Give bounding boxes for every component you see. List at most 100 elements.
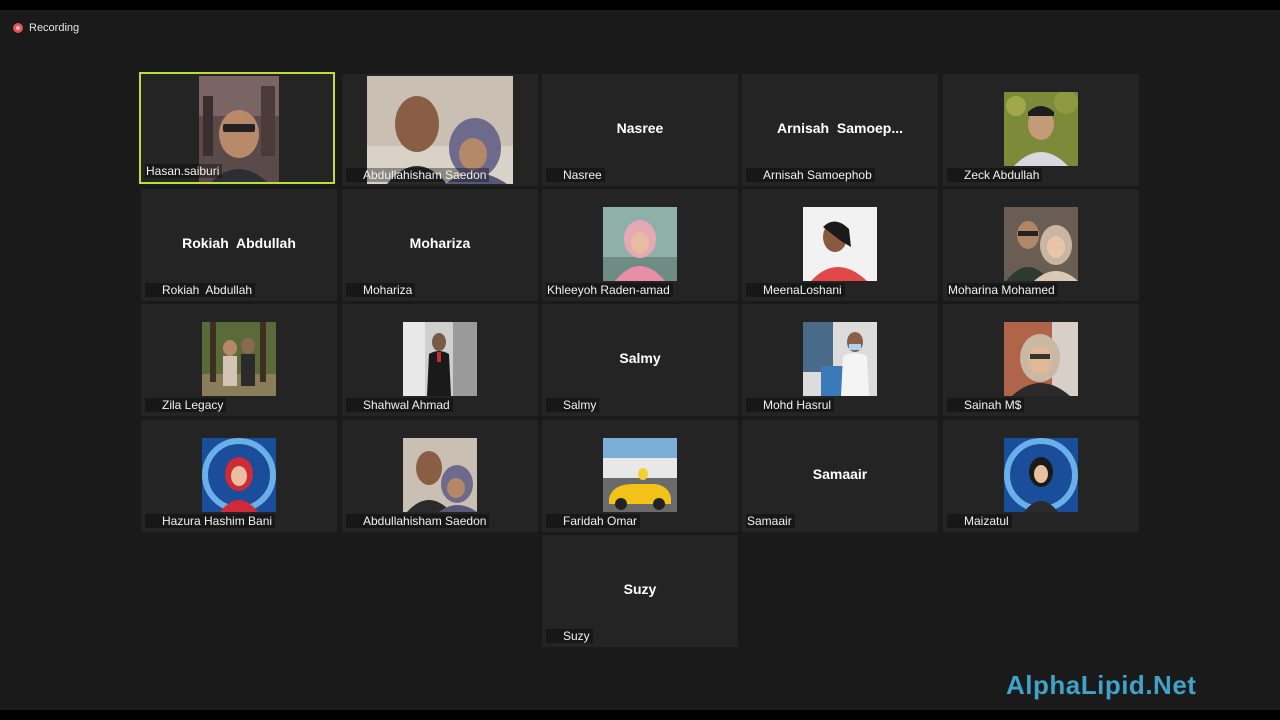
participant-tile[interactable]: Nasree Nasree xyxy=(542,74,738,186)
participant-display-name: Suzy xyxy=(623,581,657,597)
participant-tile[interactable]: Maizatul xyxy=(943,420,1139,532)
participant-display-name: Samaair xyxy=(812,466,868,482)
muted-mic-icon xyxy=(347,515,359,527)
participant-tile[interactable]: Moharina Mohamed xyxy=(943,189,1139,301)
participant-name-label: Shahwal Ahmad xyxy=(346,398,453,412)
muted-mic-icon xyxy=(948,515,960,527)
participant-name-label: Maizatul xyxy=(947,514,1012,528)
muted-mic-icon xyxy=(948,399,960,411)
participant-tile[interactable]: Abdullahisham Saedon xyxy=(342,74,538,186)
participant-name-label: Abdullahisham Saedon xyxy=(346,514,490,528)
participant-name-label: Khleeyoh Raden-amad xyxy=(546,283,673,297)
participant-tile[interactable]: MeenaLoshani xyxy=(742,189,938,301)
recording-icon xyxy=(13,23,23,33)
participant-photo xyxy=(803,207,877,281)
participant-name-label: Zila Legacy xyxy=(145,398,227,412)
recording-label: Recording xyxy=(29,22,80,34)
participant-photo xyxy=(202,322,276,396)
muted-mic-icon xyxy=(747,399,759,411)
participant-photo xyxy=(403,322,477,396)
participant-name-label: Hazura Hashim Bani xyxy=(145,514,276,528)
bottom-bar xyxy=(0,710,1280,720)
muted-mic-icon xyxy=(347,284,359,296)
participant-name: Mohariza xyxy=(363,283,413,297)
participant-photo xyxy=(202,438,276,512)
recording-indicator[interactable]: Recording xyxy=(13,22,79,34)
participant-tile[interactable]: Salmy Salmy xyxy=(542,304,738,416)
participant-name: MeenaLoshani xyxy=(763,283,842,297)
participant-photo xyxy=(403,438,477,512)
participant-photo xyxy=(1004,207,1078,281)
participant-name-label: Zeck Abdullah xyxy=(947,168,1043,182)
participant-name: Moharina Mohamed xyxy=(948,283,1055,297)
muted-mic-icon xyxy=(948,169,960,181)
participant-tile[interactable]: Hasan.saiburi xyxy=(139,72,335,184)
participant-name-label: Moharina Mohamed xyxy=(947,283,1058,297)
participant-name: Arnisah Samoephob xyxy=(763,168,872,182)
participant-photo xyxy=(603,438,677,512)
muted-mic-icon xyxy=(747,169,759,181)
participant-name-label: Arnisah Samoephob xyxy=(746,168,875,182)
participant-tile[interactable]: Khleeyoh Raden-amad xyxy=(542,189,738,301)
participant-name: Sainah M$ xyxy=(964,398,1022,412)
participant-tile[interactable]: Rokiah Abdullah Rokiah Abdullah xyxy=(141,189,337,301)
participant-name: Shahwal Ahmad xyxy=(363,398,450,412)
muted-mic-icon xyxy=(547,630,559,642)
participant-name: Nasree xyxy=(563,168,602,182)
participant-name-label: Suzy xyxy=(546,629,593,643)
participant-name: Faridah Omar xyxy=(563,514,638,528)
muted-mic-icon xyxy=(146,515,158,527)
participant-name: Hazura Hashim Bani xyxy=(162,514,273,528)
participant-tile[interactable]: Mohd Hasrul xyxy=(742,304,938,416)
participant-tile[interactable]: Mohariza Mohariza xyxy=(342,189,538,301)
participant-name-label: Faridah Omar xyxy=(546,514,641,528)
participant-tile[interactable]: Zeck Abdullah xyxy=(943,74,1139,186)
participant-name: Khleeyoh Raden-amad xyxy=(547,283,670,297)
muted-mic-icon xyxy=(547,169,559,181)
participant-tile[interactable]: Arnisah Samoep... Arnisah Samoephob xyxy=(742,74,938,186)
muted-mic-icon xyxy=(547,399,559,411)
participant-name: Abdullahisham Saedon xyxy=(363,168,487,182)
participant-tile[interactable]: Hazura Hashim Bani xyxy=(141,420,337,532)
participant-name-label: Mohd Hasrul xyxy=(746,398,835,412)
muted-mic-icon xyxy=(347,169,359,181)
participant-photo xyxy=(603,207,677,281)
participant-name-label: Sainah M$ xyxy=(947,398,1025,412)
participant-display-name: Rokiah Abdullah xyxy=(182,235,296,251)
participant-tile[interactable]: Zila Legacy xyxy=(141,304,337,416)
participant-photo xyxy=(1004,438,1078,512)
participant-name: Samaair xyxy=(747,514,792,528)
muted-mic-icon xyxy=(547,515,559,527)
participant-tile[interactable]: Shahwal Ahmad xyxy=(342,304,538,416)
participant-tile[interactable]: Suzy Suzy xyxy=(542,535,738,647)
participant-name: Mohd Hasrul xyxy=(763,398,832,412)
participant-tile[interactable]: Samaair Samaair xyxy=(742,420,938,532)
participant-tile[interactable]: Faridah Omar xyxy=(542,420,738,532)
participant-name: Hasan.saiburi xyxy=(146,164,220,178)
participant-photo xyxy=(1004,92,1078,166)
muted-mic-icon xyxy=(146,284,158,296)
participant-name-label: Salmy xyxy=(546,398,600,412)
participant-name: Suzy xyxy=(563,629,590,643)
participant-name: Zila Legacy xyxy=(162,398,224,412)
participant-name-label: Samaair xyxy=(746,514,795,528)
muted-mic-icon xyxy=(747,284,759,296)
participant-name: Rokiah Abdullah xyxy=(162,283,253,297)
participant-name: Salmy xyxy=(563,398,597,412)
participant-display-name: Mohariza xyxy=(409,235,471,251)
participant-name-label: Mohariza xyxy=(346,283,416,297)
participant-name-label: Rokiah Abdullah xyxy=(145,283,256,297)
brand-watermark: AlphaLipid.Net xyxy=(1006,670,1197,700)
participant-name: Maizatul xyxy=(964,514,1009,528)
participant-tile[interactable]: Sainah M$ xyxy=(943,304,1139,416)
participant-display-name: Salmy xyxy=(619,350,661,366)
participant-name-label: Hasan.saiburi xyxy=(145,164,223,178)
participant-tile[interactable]: Abdullahisham Saedon xyxy=(342,420,538,532)
participant-display-name: Arnisah Samoep... xyxy=(776,120,904,136)
participant-photo xyxy=(803,322,877,396)
participant-name: Abdullahisham Saedon xyxy=(363,514,487,528)
participant-display-name: Nasree xyxy=(616,120,664,136)
participant-name-label: MeenaLoshani xyxy=(746,283,845,297)
top-bar xyxy=(0,0,1280,10)
muted-mic-icon xyxy=(347,399,359,411)
